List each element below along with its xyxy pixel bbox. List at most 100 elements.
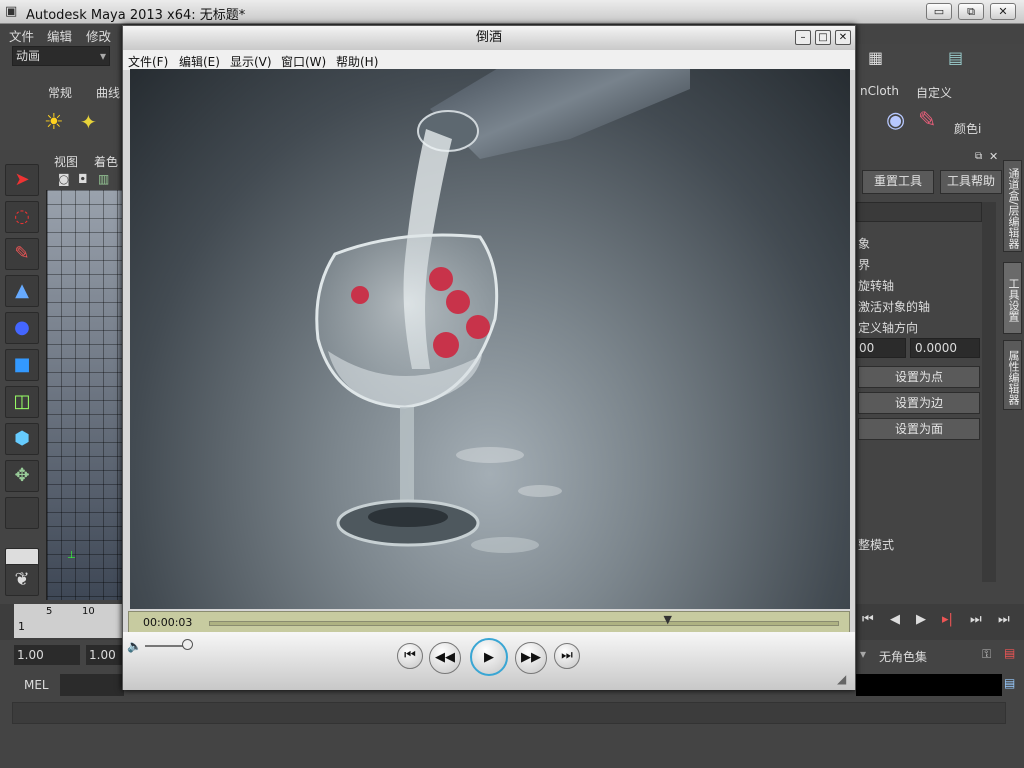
play-back-icon[interactable]: ◀ xyxy=(890,612,900,627)
sun-light-icon[interactable]: ☀ xyxy=(44,110,64,135)
move-tool-icon[interactable]: ▲ xyxy=(5,275,39,307)
viewport-menubar: 视图 着色 ◙ ◘ ▥ xyxy=(46,152,124,190)
fast-forward-icon: ▶▶ xyxy=(521,650,541,665)
play-button[interactable]: ▶ xyxy=(470,638,508,676)
resize-grip-icon[interactable]: ◢ xyxy=(837,672,846,686)
maya-logo-icon: ▣ xyxy=(5,4,18,19)
mel-label[interactable]: MEL xyxy=(24,678,49,692)
paint-select-icon[interactable]: ✎ xyxy=(5,238,39,270)
material-ball-icon[interactable]: ◉ xyxy=(886,108,905,133)
paint-brush-icon[interactable]: ✎ xyxy=(918,108,936,133)
show-manip-icon[interactable]: ✥ xyxy=(5,460,39,492)
player-menu-window[interactable]: 窗口(W) xyxy=(281,53,326,70)
player-menu-help[interactable]: 帮助(H) xyxy=(336,53,378,70)
menu-view[interactable]: 视图 xyxy=(54,153,78,170)
manipulator-icon[interactable]: ◫ xyxy=(5,386,39,418)
camera-icon[interactable]: ◙ xyxy=(58,172,70,186)
player-title-bar[interactable]: 倒酒 – □ ✕ xyxy=(123,26,855,50)
maya-title-bar: ▣ Autodesk Maya 2013 x64: 无标题* ▭ ⧉ ✕ xyxy=(0,0,1024,24)
axis-gizmo-icon: ⊥ xyxy=(67,550,76,561)
play-forward-icon[interactable]: ▶ xyxy=(916,612,926,627)
current-frame: 1 xyxy=(18,620,25,633)
outliner-icon[interactable]: ❦ xyxy=(5,564,39,596)
select-tool-icon[interactable]: ➤ xyxy=(5,164,39,196)
go-start-button[interactable]: ⏮ xyxy=(397,643,423,669)
mode-dropdown[interactable]: 动画 ▾ xyxy=(12,46,110,66)
shelf-tab-ncloth[interactable]: nCloth xyxy=(860,84,899,98)
prefs-icon[interactable]: ▤ xyxy=(1004,646,1015,660)
seek-thumb-icon[interactable]: ▼ xyxy=(663,613,671,626)
player-menu-file[interactable]: 文件(F) xyxy=(128,53,168,70)
clapper-icon[interactable]: ▦ xyxy=(868,48,883,67)
player-menu-edit[interactable]: 编辑(E) xyxy=(179,53,220,70)
adjust-mode-label: 整模式 xyxy=(858,538,895,552)
range-start-field[interactable]: 1.00 xyxy=(14,645,80,665)
key-icon[interactable]: ⚿ xyxy=(982,647,991,662)
option-rotation-axis: 旋转轴 xyxy=(858,279,895,293)
viewport-3d[interactable]: ⊥ xyxy=(46,190,124,600)
soft-mod-icon[interactable]: ⬢ xyxy=(5,423,39,455)
rotate-tool-icon[interactable]: ● xyxy=(5,312,39,344)
camera-attr-icon[interactable]: ◘ xyxy=(78,172,88,186)
video-frame[interactable] xyxy=(130,69,850,609)
mel-input[interactable] xyxy=(60,674,124,696)
player-menu-view[interactable]: 显示(V) xyxy=(230,53,272,70)
axis-field-1[interactable]: 00 xyxy=(856,338,906,358)
close-button[interactable]: ✕ xyxy=(990,3,1016,20)
close-panel-icon[interactable]: ✕ xyxy=(989,150,998,163)
character-set-label[interactable]: 无角色集 xyxy=(879,648,927,665)
fast-forward-button[interactable]: ▶▶ xyxy=(515,642,547,674)
volume-slider[interactable] xyxy=(145,639,193,650)
option-object: 象 xyxy=(858,237,871,251)
spot-light-icon[interactable]: ✦ xyxy=(80,110,97,134)
time-ruler[interactable]: 1 5 10 xyxy=(14,604,124,638)
step-forward-icon[interactable]: ⏭ xyxy=(970,612,982,627)
maximize-button[interactable]: ⧉ xyxy=(958,3,984,20)
movie-player-window[interactable]: 倒酒 – □ ✕ 文件(F) 编辑(E) 显示(V) 窗口(W) 帮助(H) 0… xyxy=(122,25,856,690)
menu-edit[interactable]: 编辑 xyxy=(47,26,72,45)
scale-tool-icon[interactable]: ■ xyxy=(5,349,39,381)
float-panel-icon[interactable]: ⧉ xyxy=(975,151,982,162)
set-to-edge-button[interactable]: 设置为边 xyxy=(858,392,980,414)
rewind-button[interactable]: ◀◀ xyxy=(429,642,461,674)
scrollbar[interactable] xyxy=(982,202,996,582)
last-tool-slot[interactable] xyxy=(5,497,39,529)
set-to-point-button[interactable]: 设置为点 xyxy=(858,366,980,388)
rewind-icon: ◀◀ xyxy=(435,650,455,665)
lasso-tool-icon[interactable]: ◌ xyxy=(5,201,39,233)
volume-thumb[interactable] xyxy=(181,639,193,650)
player-title: 倒酒 xyxy=(475,30,502,45)
go-end-button[interactable]: ⏭ xyxy=(554,643,580,669)
step-key-icon[interactable]: ▸| xyxy=(942,612,953,627)
minimize-button[interactable]: ▭ xyxy=(926,3,952,20)
chevron-down-icon[interactable]: ▾ xyxy=(860,647,866,661)
reset-tool-button[interactable]: 重置工具 xyxy=(862,170,934,194)
menu-modify[interactable]: 修改 xyxy=(86,26,111,45)
tab-tool-settings[interactable]: 工具设置 xyxy=(1003,262,1022,334)
axis-field-2[interactable]: 0.0000 xyxy=(910,338,980,358)
set-to-face-button[interactable]: 设置为面 xyxy=(858,418,980,440)
step-back-key-icon[interactable]: ⏮ xyxy=(862,612,874,627)
range-start-field-2[interactable]: 1.00 xyxy=(86,645,124,665)
tool-help-button[interactable]: 工具帮助 xyxy=(940,170,1002,194)
player-controls: 🔈 ⏮ ◀◀ ▶ ▶▶ ⏭ ◢ xyxy=(123,632,855,690)
go-end-icon[interactable]: ⏭ xyxy=(998,612,1010,627)
volume-icon[interactable]: 🔈 xyxy=(127,639,142,653)
shelf-tab-custom[interactable]: 自定义 xyxy=(916,84,952,101)
shelf-tab-curves[interactable]: 曲线 xyxy=(96,84,120,101)
grid-toggle-icon[interactable]: ▥ xyxy=(98,172,109,186)
layout-icon[interactable]: ▤ xyxy=(948,48,963,67)
script-editor-icon[interactable]: ▤ xyxy=(1004,676,1015,690)
help-line-field xyxy=(12,702,1006,724)
player-close-button[interactable]: ✕ xyxy=(835,30,851,45)
menu-shading[interactable]: 着色 xyxy=(94,153,118,170)
shelf-tab-general[interactable]: 常规 xyxy=(48,84,72,101)
seek-track[interactable]: ▼ xyxy=(209,613,839,626)
tab-attribute-editor[interactable]: 属性编辑器 xyxy=(1003,340,1022,410)
player-minimize-button[interactable]: – xyxy=(795,30,811,45)
menu-file[interactable]: 文件 xyxy=(9,26,34,45)
seek-bar[interactable]: 00:00:03 ▼ xyxy=(128,611,850,633)
tab-channel-box[interactable]: 通道盒/层编辑器 xyxy=(1003,160,1022,252)
playback-controls: ⏮ ◀ ▶ ▸| ⏭ ⏭ xyxy=(858,610,1024,634)
player-maximize-button[interactable]: □ xyxy=(815,30,831,45)
